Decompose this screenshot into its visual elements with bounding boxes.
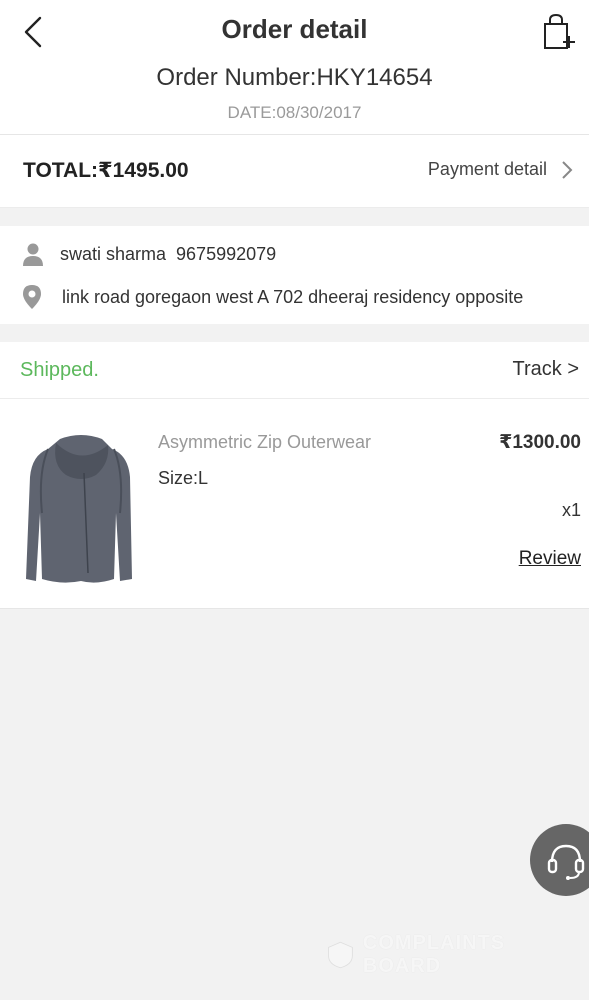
total-row: TOTAL:₹1495.00 Payment detail <box>0 135 589 208</box>
product-price: ₹1300.00 <box>499 432 581 453</box>
shipment-status-row: Shipped. Track > <box>0 342 589 399</box>
payment-detail-link[interactable]: Payment detail <box>428 159 573 180</box>
shipment-status: Shipped. <box>20 359 99 381</box>
chevron-right-icon <box>562 160 573 179</box>
shield-logo-icon <box>328 941 353 969</box>
recipient-phone: 9675992079 <box>176 243 277 264</box>
product-image[interactable] <box>26 433 136 585</box>
watermark-text: COMPLAINTS BOARD <box>362 932 506 977</box>
payment-detail-label: Payment detail <box>427 159 547 179</box>
product-size: Size:L <box>158 468 209 488</box>
header: Order detail Order Number:HKY14654 DATE:… <box>0 0 589 135</box>
location-pin-icon <box>23 285 41 309</box>
customer-support-button[interactable] <box>530 824 589 896</box>
product-quantity: x1 <box>561 500 581 520</box>
cart-add-icon <box>544 13 575 49</box>
track-link[interactable]: Track > <box>513 358 580 381</box>
person-icon <box>23 243 43 266</box>
headset-icon <box>547 844 585 880</box>
product-name[interactable]: Asymmetric Zip Outerwear <box>158 432 371 453</box>
page-title: Order detail <box>221 14 368 44</box>
order-date: DATE:08/30/2017 <box>227 103 362 122</box>
recipient-name: swati sharma <box>60 243 167 264</box>
order-number: Order Number:HKY14654 <box>156 64 433 91</box>
shipping-address: swati sharma 9675992079 link road gorega… <box>0 226 589 324</box>
contact-row: swati sharma 9675992079 <box>22 242 276 266</box>
order-total: TOTAL:₹1495.00 <box>23 159 189 182</box>
address-row: link road goregaon west A 702 dheeraj re… <box>22 284 573 310</box>
watermark: COMPLAINTS BOARD <box>326 930 556 980</box>
address-line: link road goregaon west A 702 dheeraj re… <box>62 286 524 307</box>
review-link[interactable]: Review <box>519 548 581 570</box>
order-item[interactable]: Asymmetric Zip Outerwear ₹1300.00 Size:L… <box>0 399 589 609</box>
cart-add-button[interactable] <box>537 10 577 54</box>
